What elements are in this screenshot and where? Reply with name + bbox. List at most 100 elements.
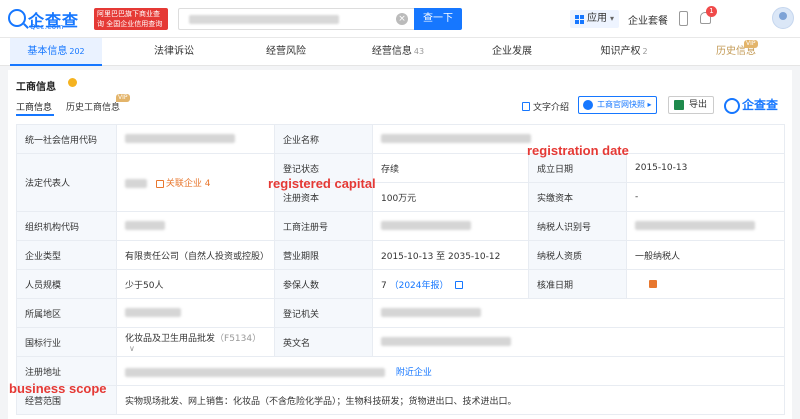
export-button[interactable]: 导出	[668, 96, 715, 114]
main-tabs: 基本信息 202 法律诉讼 经营风险 经营信息 43 企业发展 知识产权 2 历史信息…	[0, 38, 800, 66]
region-label: 所属地区	[16, 298, 117, 328]
export-label: 导出	[689, 100, 708, 110]
org-code-label: 组织机构代码	[16, 211, 117, 241]
insured-value: 7 （2024年报）	[372, 269, 529, 299]
tab-label: 经营风险	[266, 46, 306, 57]
annual-report-link[interactable]: （2024年报）	[390, 281, 449, 291]
nearby-companies-link[interactable]: 附近企业	[396, 368, 432, 378]
org-code-value	[116, 211, 275, 241]
search-input[interactable]: ×	[178, 8, 414, 30]
tab-label: 知识产权	[600, 46, 641, 57]
redacted-text	[381, 337, 511, 346]
industry-text: 化妆品及卫生用品批发	[125, 333, 216, 344]
subtab-history-business-info[interactable]: 历史工商信息	[66, 100, 120, 113]
credit-code-label: 统一社会信用代码	[16, 124, 117, 154]
tab-label: 经营信息	[371, 46, 412, 57]
apps-menu-button[interactable]: 应用 ▾	[570, 10, 620, 28]
taxpayer-qual-value: 一般纳税人	[625, 240, 786, 270]
paid-capital-value: -	[625, 182, 786, 212]
region-value	[116, 298, 275, 328]
tab-label: 法律诉讼	[154, 46, 194, 57]
business-info-table: 统一社会信用代码 企业名称 法定代表人 关联企业 4 登记状态 存续 成立日期 …	[16, 124, 786, 415]
document-icon	[522, 102, 530, 111]
biz-scope-value: 实物现场批发、网上销售：化妆品（不含危险化学品）；生物科技研发；货物进出口、技术…	[115, 385, 786, 415]
insured-count: 7	[381, 280, 387, 291]
search-query-redacted	[189, 15, 339, 24]
tab-development[interactable]: 企业发展	[476, 38, 548, 66]
snapshot-label: 工商官网快照	[597, 100, 645, 109]
paid-capital-label: 实缴资本	[528, 182, 627, 212]
english-name-label: 英文名	[274, 327, 373, 357]
est-date-value: 2015-10-13	[625, 153, 786, 183]
industry-code: （F5134）	[215, 333, 262, 344]
tab-history[interactable]: 历史信息	[700, 38, 772, 66]
table-row: 人员规模 少于50人 参保人数 7 （2024年报） 核准日期	[16, 269, 786, 299]
industry-value[interactable]: 化妆品及卫生用品批发（F5134） ∨	[116, 327, 275, 357]
redacted-text	[635, 221, 755, 230]
company-type-value: 有限责任公司（自然人投资或控股）	[116, 240, 275, 270]
redacted-text	[125, 134, 235, 143]
search-button[interactable]: 查一下	[414, 8, 462, 30]
redacted-text	[381, 221, 471, 230]
redacted-text	[381, 134, 531, 143]
qcc-logo[interactable]: 企查查 Qcc.com	[8, 7, 92, 31]
apps-label: 应用	[587, 13, 607, 24]
redacted-text	[125, 308, 181, 317]
tab-basic-info[interactable]: 基本信息 202	[10, 38, 102, 66]
text-intro-button[interactable]: 文字介绍	[522, 100, 569, 113]
table-row: 组织机构代码 工商注册号 纳税人识别号	[16, 211, 786, 241]
tab-operations[interactable]: 经营信息 43	[362, 38, 434, 66]
tab-label: 企业发展	[492, 46, 532, 57]
chevron-down-icon: ∨	[129, 343, 135, 353]
active-subtab-indicator	[16, 114, 54, 116]
table-row: 经营范围 实物现场批发、网上销售：化妆品（不含危险化学品）；生物科技研发；货物进…	[16, 385, 786, 415]
taxpayer-id-value	[625, 211, 786, 241]
company-icon	[155, 179, 164, 188]
reg-authority-value	[371, 298, 786, 328]
enterprise-plan-link[interactable]: 企业套餐	[628, 12, 668, 27]
redacted-text	[125, 179, 147, 188]
coin-icon	[68, 78, 77, 87]
biz-reg-no-value	[372, 211, 529, 241]
text-intro-label: 文字介绍	[533, 103, 570, 113]
related-label: 关联企业	[165, 179, 202, 189]
tab-count: 2	[642, 47, 648, 56]
credit-code-value	[116, 124, 275, 154]
table-row: 法定代表人 关联企业 4 登记状态 存续 成立日期 2015-10-13	[16, 153, 786, 212]
edit-icon[interactable]	[455, 281, 464, 289]
annotation-registration-date: registration date	[527, 143, 629, 158]
tab-count: 202	[69, 47, 85, 56]
phone-icon[interactable]	[679, 11, 688, 26]
table-row: 所属地区 登记机关	[16, 298, 786, 328]
avatar[interactable]	[772, 7, 794, 29]
business-info-panel: 工商信息 工商信息 历史工商信息 VIP 文字介绍 工商官网快照 ▸ 导出 企查…	[8, 70, 792, 419]
related-company-link[interactable]: 关联企业 4	[155, 179, 211, 189]
redacted-text	[125, 221, 165, 230]
biz-term-label: 营业期限	[274, 240, 373, 270]
company-type-label: 企业类型	[16, 240, 117, 270]
logo-subtext: Qcc.com	[30, 23, 64, 31]
grid-icon	[575, 14, 584, 24]
annotation-registered-capital: registered capital	[268, 176, 376, 191]
english-name-value	[371, 327, 786, 357]
taxpayer-qual-label: 纳税人资质	[528, 240, 627, 270]
slogan-banner: 阿里巴巴旗下商业查询 全国企业信用查询系统	[94, 8, 168, 38]
biz-reg-no-label: 工商注册号	[274, 211, 373, 241]
reg-address-value: 附近企业	[115, 356, 786, 386]
table-row: 统一社会信用代码 企业名称	[16, 124, 786, 154]
notification-badge: 1	[706, 6, 717, 17]
tab-ip[interactable]: 知识产权 2	[588, 38, 660, 66]
lock-icon[interactable]	[649, 279, 657, 288]
approval-date-label: 核准日期	[528, 269, 627, 299]
official-snapshot-button[interactable]: 工商官网快照 ▸	[578, 96, 657, 114]
tab-risk[interactable]: 经营风险	[250, 38, 322, 66]
annotation-business-scope: business scope	[9, 381, 107, 396]
subtab-business-info[interactable]: 工商信息	[16, 100, 52, 113]
staff-size-label: 人员规模	[16, 269, 117, 299]
clear-icon[interactable]: ×	[396, 13, 408, 25]
panel-title: 工商信息	[16, 82, 56, 93]
redacted-text	[381, 308, 481, 317]
company-name-label: 企业名称	[274, 124, 373, 154]
reg-authority-label: 登记机关	[274, 298, 373, 328]
tab-legal[interactable]: 法律诉讼	[138, 38, 210, 66]
